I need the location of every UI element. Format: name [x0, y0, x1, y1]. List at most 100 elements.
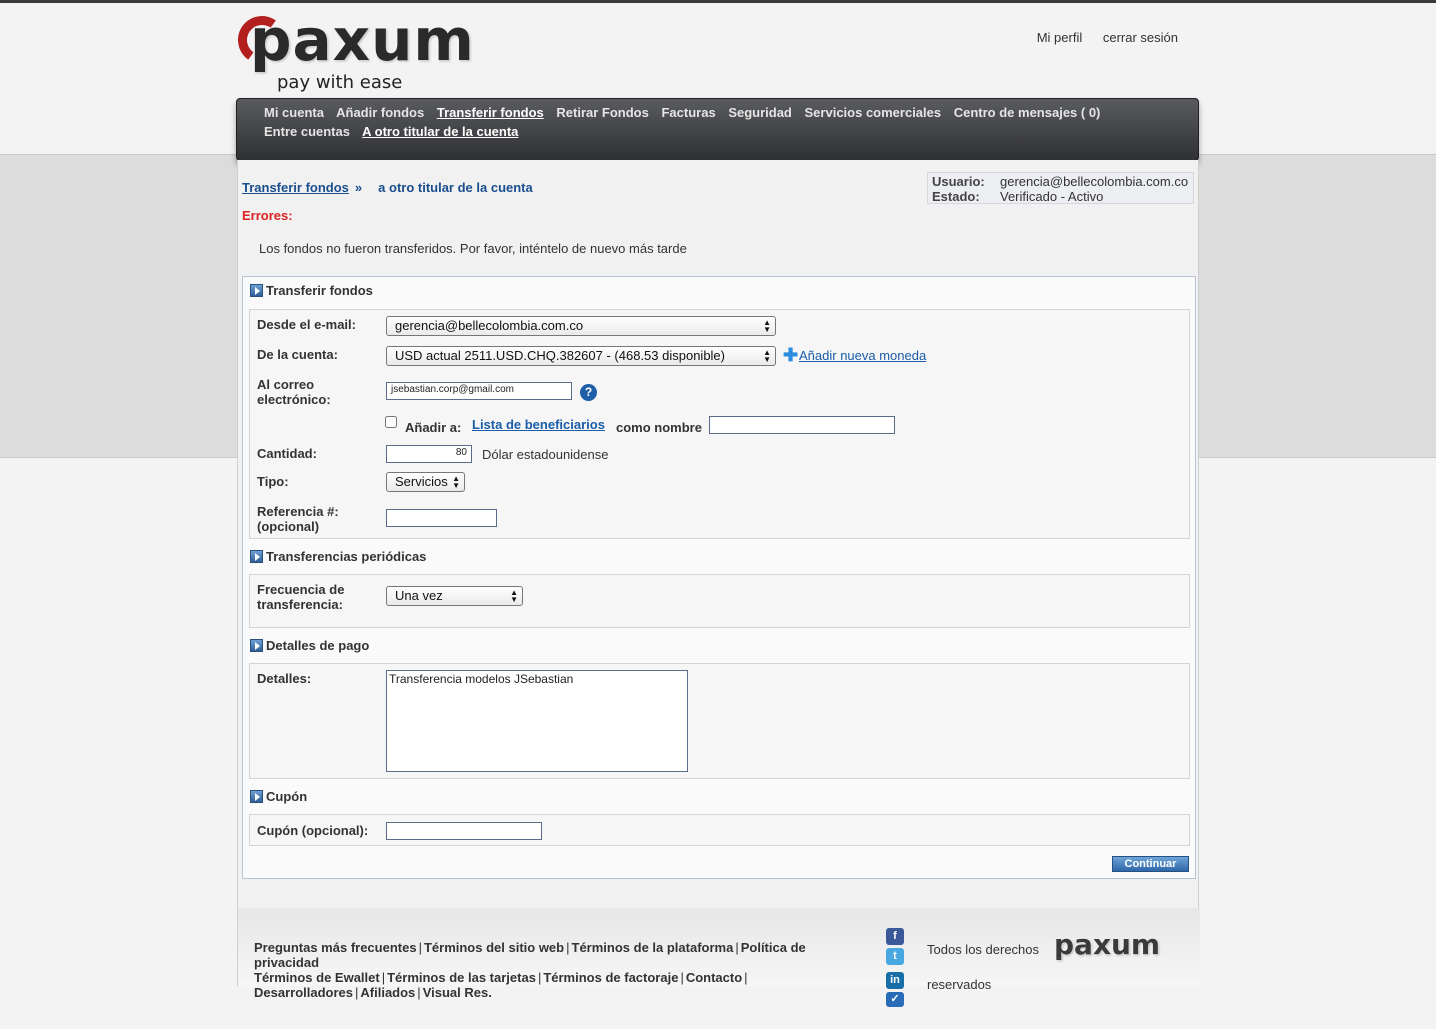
nav-merchant-services[interactable]: Servicios comerciales: [805, 105, 942, 120]
reference-label-line2: (opcional): [257, 519, 320, 534]
as-name-label: como nombre: [616, 420, 702, 435]
nav-my-account[interactable]: Mi cuenta: [264, 105, 324, 120]
coupon-input[interactable]: [386, 822, 542, 840]
continue-button[interactable]: Continuar: [1112, 856, 1189, 872]
section-arrow-icon: [250, 550, 263, 563]
nav-transfer-funds[interactable]: Transferir fondos: [437, 105, 544, 120]
footer-link-faq[interactable]: Preguntas más frecuentes: [254, 940, 417, 955]
subnav-between-accounts[interactable]: Entre cuentas: [264, 124, 350, 139]
logo-tagline: pay with ease: [277, 72, 403, 93]
nav-message-center[interactable]: Centro de mensajes ( 0): [954, 105, 1101, 120]
footer: Preguntas más frecuentes | Términos del si…: [238, 908, 1200, 1007]
frequency-value: Una vez: [395, 588, 443, 603]
add-beneficiary-checkbox[interactable]: [385, 416, 397, 428]
add-currency-link[interactable]: Añadir nueva moneda: [799, 348, 926, 363]
subnav-to-other-holder[interactable]: A otro titular de la cuenta: [362, 124, 518, 139]
from-email-value: gerencia@bellecolombia.com.co: [395, 318, 584, 333]
main-content: Transferir fondos » a otro titular de la c…: [237, 160, 1200, 1007]
type-label: Tipo:: [257, 474, 289, 489]
help-icon[interactable]: ?: [580, 384, 597, 401]
transfer-details-box: Desde el e-mail: gerencia@bellecolombia.…: [249, 309, 1190, 539]
footer-link-factoring-terms[interactable]: Términos de factoraje: [543, 970, 678, 985]
nav-row-secondary: Entre cuentas A otro titular de la cuent…: [264, 124, 527, 139]
paxum-logo[interactable]: paxum pay with ease: [234, 6, 474, 94]
select-arrows-icon: ▲ ▼: [452, 474, 460, 490]
details-textarea[interactable]: Transferencia modelos JSebastian: [386, 670, 688, 772]
section-title: Cupón: [266, 789, 308, 804]
account-value: USD actual 2511.USD.CHQ.382607 - (468.53…: [395, 348, 725, 363]
add-to-label: Añadir a:: [405, 420, 462, 435]
reference-label: Referencia #: (opcional): [257, 504, 339, 534]
section-coupon-header: Cupón: [250, 789, 307, 804]
account-select[interactable]: USD actual 2511.USD.CHQ.382607 - (468.53…: [386, 346, 776, 366]
user-info-box: Usuario: gerencia@bellecolombia.com.co Es…: [927, 172, 1194, 204]
section-arrow-icon: [250, 790, 263, 803]
footer-link-platform-terms[interactable]: Términos de la plataforma: [572, 940, 734, 955]
select-arrows-icon: ▲ ▼: [763, 318, 771, 334]
section-payment-header: Detalles de pago: [250, 638, 369, 653]
to-email-input[interactable]: jsebastian.corp@gmail.com: [386, 382, 572, 400]
periodic-box: Frecuencia de transferencia: Una vez ▲ ▼: [249, 574, 1190, 628]
section-title: Transferencias periódicas: [266, 549, 427, 564]
twitter-icon[interactable]: t: [886, 948, 904, 965]
footer-link-visual-res[interactable]: Visual Res.: [423, 985, 492, 1000]
footer-link-ewallet-terms[interactable]: Términos de Ewallet: [254, 970, 380, 985]
my-profile-link[interactable]: Mi perfil: [1037, 30, 1083, 45]
facebook-icon[interactable]: f: [886, 928, 904, 945]
from-email-label: Desde el e-mail:: [257, 317, 356, 332]
from-email-select[interactable]: gerencia@bellecolombia.com.co ▲ ▼: [386, 316, 776, 336]
linkedin-icon[interactable]: in: [886, 972, 904, 989]
nav-security[interactable]: Seguridad: [728, 105, 792, 120]
section-transfer-funds-header: Transferir fondos: [250, 283, 373, 298]
transfer-form: Transferir fondos Desde el e-mail: geren…: [242, 276, 1196, 879]
payment-box: Detalles: Transferencia modelos JSebasti…: [249, 663, 1190, 779]
logo-word: paxum: [250, 6, 475, 74]
nav-add-funds[interactable]: Añadir fondos: [336, 105, 424, 120]
section-arrow-icon: [250, 639, 263, 652]
footer-link-developers[interactable]: Desarrolladores: [254, 985, 353, 1000]
breadcrumb-transfer-funds[interactable]: Transferir fondos: [242, 180, 349, 195]
rights-line1: Todos los derechos: [927, 942, 1040, 957]
currency-name: Dólar estadounidense: [482, 447, 609, 462]
nav-invoices[interactable]: Facturas: [661, 105, 715, 120]
select-arrows-icon: ▲ ▼: [763, 348, 771, 364]
nav-withdraw-funds[interactable]: Retirar Fondos: [556, 105, 648, 120]
rights-line2: reservados: [927, 977, 992, 992]
top-links: Mi perfil cerrar sesión: [1020, 30, 1178, 45]
frequency-label: Frecuencia de transferencia:: [257, 582, 344, 612]
delicious-icon[interactable]: ✓: [886, 992, 904, 1007]
user-email: gerencia@bellecolombia.com.co: [1000, 174, 1189, 189]
breadcrumb-separator: »: [354, 180, 363, 195]
type-value: Servicios: [395, 474, 448, 489]
footer-link-card-terms[interactable]: Términos de las tarjetas: [387, 970, 536, 985]
footer-link-contact[interactable]: Contacto: [686, 970, 742, 985]
beneficiary-name-input[interactable]: [709, 416, 895, 434]
to-email-label-line2: electrónico:: [257, 392, 331, 407]
logout-link[interactable]: cerrar sesión: [1103, 30, 1178, 45]
footer-link-affiliates[interactable]: Afiliados: [360, 985, 415, 1000]
section-title: Transferir fondos: [266, 283, 373, 298]
user-label: Usuario:: [932, 174, 985, 189]
amount-input[interactable]: 80: [386, 445, 472, 463]
frequency-label-line1: Frecuencia de: [257, 582, 345, 597]
reference-label-line1: Referencia #:: [257, 504, 339, 519]
to-email-label-line1: Al correo: [257, 377, 315, 392]
select-arrows-icon: ▲ ▼: [510, 588, 518, 604]
footer-links: Preguntas más frecuentes | Términos del si…: [254, 940, 806, 1000]
coupon-box: Cupón (opcional):: [249, 814, 1190, 846]
frequency-select[interactable]: Una vez ▲ ▼: [386, 586, 523, 606]
type-select[interactable]: Servicios ▲ ▼: [386, 472, 465, 492]
footer-link-website-terms[interactable]: Términos del sitio web: [424, 940, 564, 955]
reference-input[interactable]: [386, 509, 497, 527]
top-border: [0, 0, 1436, 3]
error-message: Los fondos no fueron transferidos. Por f…: [259, 241, 687, 256]
main-nav: Mi cuenta Añadir fondos Transferir fondo…: [236, 98, 1199, 161]
section-title: Detalles de pago: [266, 638, 370, 653]
plus-icon[interactable]: ✚: [783, 345, 798, 366]
nav-row-primary: Mi cuenta Añadir fondos Transferir fondo…: [264, 105, 1109, 120]
breadcrumb: Transferir fondos » a otro titular de la c…: [242, 180, 533, 195]
section-arrow-icon: [250, 284, 263, 297]
to-email-label: Al correo electrónico:: [257, 377, 331, 407]
account-label: De la cuenta:: [257, 347, 338, 362]
beneficiaries-list-link[interactable]: Lista de beneficiarios: [472, 417, 605, 432]
